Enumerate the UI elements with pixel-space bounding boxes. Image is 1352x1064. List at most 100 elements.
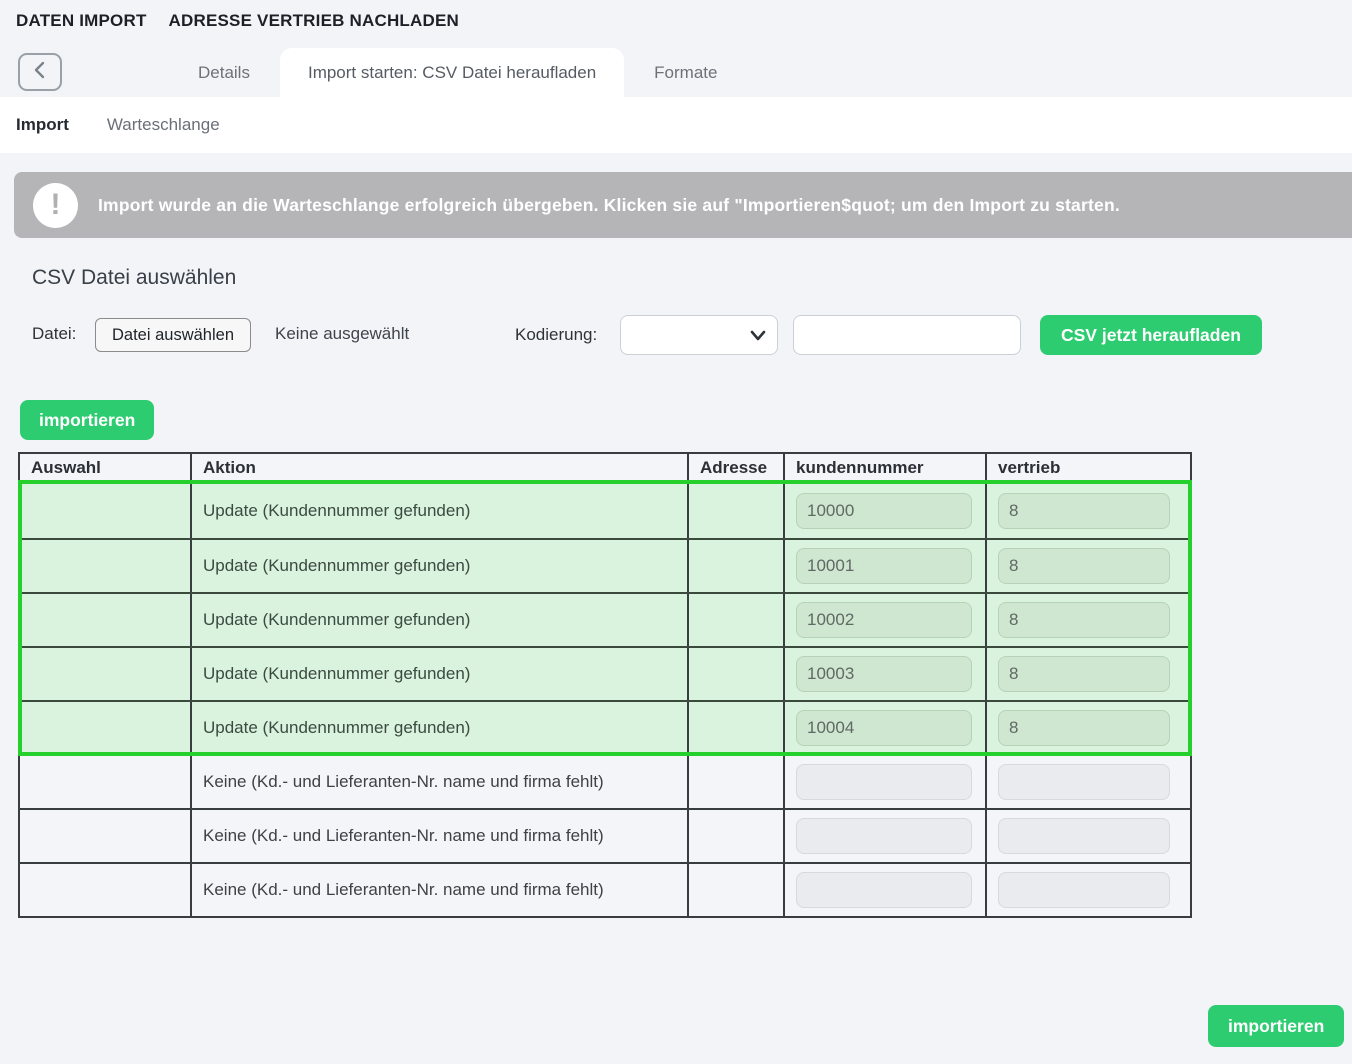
vertrieb-input[interactable] — [998, 872, 1170, 908]
column-header-vertrieb: vertrieb — [987, 454, 1190, 482]
notification-banner: ! Import wurde an die Warteschlange erfo… — [14, 172, 1352, 238]
upload-controls: Datei: Datei auswählen Keine ausgewählt … — [0, 315, 1352, 355]
column-header-adresse: Adresse — [689, 454, 785, 482]
tab-bar: DetailsImport starten: CSV Datei heraufl… — [0, 48, 1352, 97]
vertrieb-cell — [987, 648, 1190, 700]
vertrieb-input[interactable] — [998, 818, 1170, 854]
table-row: Update (Kundennummer gefunden) — [20, 646, 1190, 700]
aktion-cell: Keine (Kd.- und Lieferanten-Nr. name und… — [192, 756, 689, 808]
table-row: Update (Kundennummer gefunden) — [20, 700, 1190, 754]
back-icon — [32, 61, 48, 84]
import-button-bottom[interactable]: importieren — [1208, 1005, 1344, 1047]
auswahl-cell — [20, 648, 192, 700]
plain-rows-block: Keine (Kd.- und Lieferanten-Nr. name und… — [20, 754, 1190, 916]
file-select-button[interactable]: Datei auswählen — [95, 318, 251, 352]
aktion-text: Update (Kundennummer gefunden) — [203, 664, 470, 684]
table-header-row: AuswahlAktionAdressekundennummervertrieb — [20, 454, 1190, 482]
aktion-text: Keine (Kd.- und Lieferanten-Nr. name und… — [203, 772, 604, 792]
kundennummer-cell — [785, 484, 987, 538]
table-row: Update (Kundennummer gefunden) — [20, 592, 1190, 646]
page-subtitle: ADRESSE VERTRIEB NACHLADEN — [169, 11, 459, 31]
aktion-text: Update (Kundennummer gefunden) — [203, 501, 470, 521]
vertrieb-cell — [987, 540, 1190, 592]
vertrieb-cell — [987, 484, 1190, 538]
aktion-cell: Keine (Kd.- und Lieferanten-Nr. name und… — [192, 810, 689, 862]
column-header-kundennummer: kundennummer — [785, 454, 987, 482]
aktion-cell: Update (Kundennummer gefunden) — [192, 540, 689, 592]
kundennummer-input[interactable] — [796, 764, 972, 800]
highlighted-rows-block: Update (Kundennummer gefunden) Update (Ku… — [20, 482, 1190, 754]
kundennummer-input[interactable] — [796, 548, 972, 584]
kundennummer-input[interactable] — [796, 656, 972, 692]
aktion-text: Update (Kundennummer gefunden) — [203, 718, 470, 738]
vertrieb-cell — [987, 702, 1190, 754]
auswahl-cell — [20, 540, 192, 592]
aktion-text: Update (Kundennummer gefunden) — [203, 610, 470, 630]
aktion-cell: Update (Kundennummer gefunden) — [192, 594, 689, 646]
encoding-select-wrap — [620, 315, 778, 355]
table-row: Keine (Kd.- und Lieferanten-Nr. name und… — [20, 862, 1190, 916]
kundennummer-cell — [785, 756, 987, 808]
aktion-text: Keine (Kd.- und Lieferanten-Nr. name und… — [203, 826, 604, 846]
table-row: Update (Kundennummer gefunden) — [20, 538, 1190, 592]
adresse-cell — [689, 756, 785, 808]
column-header-aktion: Aktion — [192, 454, 689, 482]
vertrieb-cell — [987, 864, 1190, 916]
auswahl-cell — [20, 594, 192, 646]
vertrieb-cell — [987, 756, 1190, 808]
column-header-auswahl: Auswahl — [20, 454, 192, 482]
kundennummer-cell — [785, 702, 987, 754]
file-label: Datei: — [32, 324, 76, 344]
kundennummer-input[interactable] — [796, 818, 972, 854]
vertrieb-input[interactable] — [998, 710, 1170, 746]
filename-input[interactable] — [793, 315, 1021, 355]
vertrieb-cell — [987, 810, 1190, 862]
page-header: DATEN IMPORT ADRESSE VERTRIEB NACHLADEN — [16, 11, 459, 31]
vertrieb-input[interactable] — [998, 764, 1170, 800]
adresse-cell — [689, 864, 785, 916]
auswahl-cell — [20, 810, 192, 862]
encoding-select[interactable] — [620, 315, 778, 355]
adresse-cell — [689, 810, 785, 862]
import-button-top[interactable]: importieren — [20, 400, 154, 440]
aktion-cell: Keine (Kd.- und Lieferanten-Nr. name und… — [192, 864, 689, 916]
auswahl-cell — [20, 702, 192, 754]
table-row: Keine (Kd.- und Lieferanten-Nr. name und… — [20, 754, 1190, 808]
adresse-cell — [689, 702, 785, 754]
notification-text: Import wurde an die Warteschlange erfolg… — [98, 195, 1120, 216]
vertrieb-input[interactable] — [998, 493, 1170, 529]
aktion-cell: Update (Kundennummer gefunden) — [192, 648, 689, 700]
subtab-import[interactable]: Import — [16, 115, 69, 135]
kundennummer-cell — [785, 810, 987, 862]
page-title: DATEN IMPORT — [16, 11, 147, 31]
auswahl-cell — [20, 864, 192, 916]
adresse-cell — [689, 648, 785, 700]
auswahl-cell — [20, 484, 192, 538]
table-row: Keine (Kd.- und Lieferanten-Nr. name und… — [20, 808, 1190, 862]
kundennummer-cell — [785, 594, 987, 646]
back-button[interactable] — [18, 53, 62, 91]
auswahl-cell — [20, 756, 192, 808]
tab-details[interactable]: Details — [168, 48, 280, 97]
aktion-cell: Update (Kundennummer gefunden) — [192, 484, 689, 538]
aktion-cell: Update (Kundennummer gefunden) — [192, 702, 689, 754]
kundennummer-cell — [785, 864, 987, 916]
import-preview-table: AuswahlAktionAdressekundennummervertrieb… — [18, 452, 1192, 918]
csv-upload-button[interactable]: CSV jetzt heraufladen — [1040, 315, 1262, 355]
subtab-warteschlange[interactable]: Warteschlange — [107, 115, 220, 135]
adresse-cell — [689, 484, 785, 538]
kundennummer-input[interactable] — [796, 602, 972, 638]
tab-import-starten-csv-datei-heraufladen[interactable]: Import starten: CSV Datei heraufladen — [280, 48, 624, 97]
vertrieb-input[interactable] — [998, 656, 1170, 692]
adresse-cell — [689, 594, 785, 646]
kundennummer-input[interactable] — [796, 493, 972, 529]
kundennummer-input[interactable] — [796, 872, 972, 908]
aktion-text: Update (Kundennummer gefunden) — [203, 556, 470, 576]
vertrieb-input[interactable] — [998, 548, 1170, 584]
tab-formate[interactable]: Formate — [624, 48, 747, 97]
table-row: Update (Kundennummer gefunden) — [20, 484, 1190, 538]
kundennummer-input[interactable] — [796, 710, 972, 746]
vertrieb-input[interactable] — [998, 602, 1170, 638]
section-heading: CSV Datei auswählen — [32, 266, 236, 290]
tabs: DetailsImport starten: CSV Datei heraufl… — [168, 48, 747, 97]
